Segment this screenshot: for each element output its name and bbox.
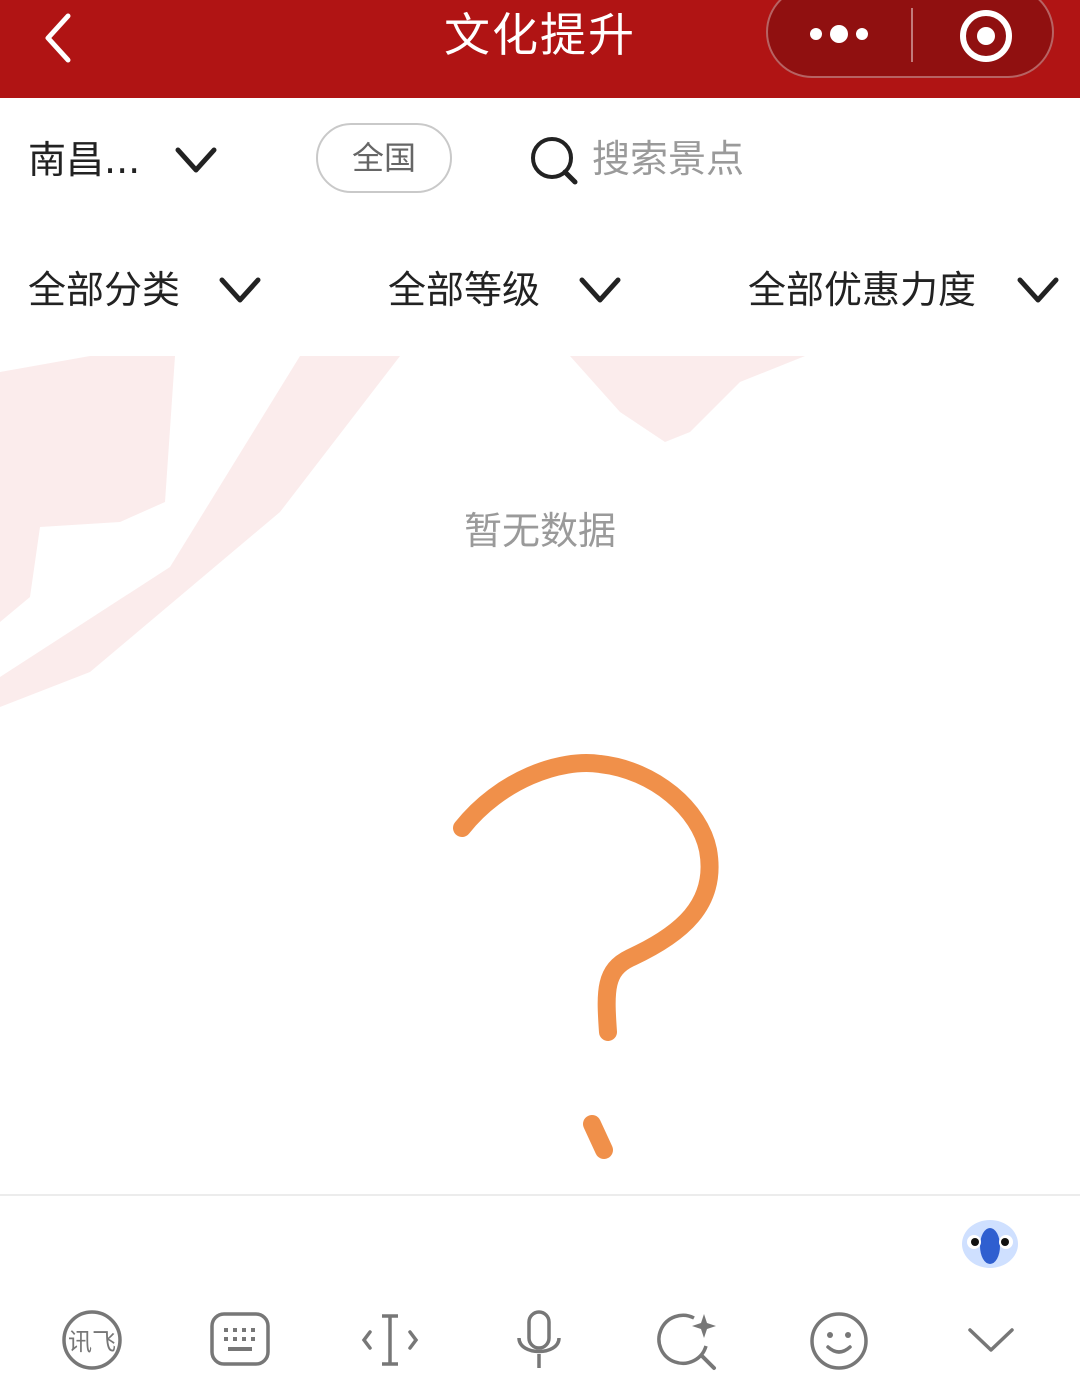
mini-program-capsule <box>766 0 1054 78</box>
collapse-keyboard-button[interactable] <box>956 1306 1026 1376</box>
ime-logo-text: 讯飞 <box>68 1328 116 1356</box>
city-selector[interactable]: 南昌... <box>28 128 228 192</box>
keyboard-divider <box>0 1194 1080 1196</box>
keyboard-button[interactable] <box>206 1306 276 1376</box>
chevron-down-icon <box>175 147 217 173</box>
chevron-down-icon <box>219 277 261 303</box>
target-circle-icon <box>960 10 1012 62</box>
filter-discount[interactable]: 全部优惠力度 <box>748 262 1060 318</box>
search-placeholder: 搜索景点 <box>592 137 745 181</box>
filter-level[interactable]: 全部等级 <box>388 262 628 318</box>
search-input[interactable]: 搜索景点 <box>528 128 1028 192</box>
ai-search-icon <box>657 1313 716 1370</box>
chevron-down-icon <box>1017 277 1059 303</box>
ai-search-button[interactable] <box>654 1306 724 1376</box>
filter-category-label: 全部分类 <box>28 268 181 312</box>
microphone-button[interactable] <box>504 1306 574 1376</box>
cursor-button[interactable] <box>356 1306 426 1376</box>
city-label: 南昌... <box>28 138 141 182</box>
filter-category[interactable]: 全部分类 <box>28 262 268 318</box>
capsule-divider <box>911 8 913 62</box>
collapse-chevron-icon <box>968 1328 1014 1352</box>
search-icon <box>531 137 578 185</box>
keyboard-icon <box>210 1312 270 1366</box>
close-mini-program-button[interactable] <box>914 0 1054 80</box>
chevron-down-icon <box>579 277 621 303</box>
app-header: 文化提升 <box>0 0 1080 98</box>
more-dots-icon <box>810 25 868 43</box>
nationwide-button[interactable]: 全国 <box>316 123 452 193</box>
ime-logo-button[interactable]: 讯飞 <box>58 1306 128 1376</box>
question-mark-doodle <box>453 754 719 1159</box>
filter-level-label: 全部等级 <box>388 268 541 312</box>
filter-discount-label: 全部优惠力度 <box>748 268 977 312</box>
mascot-assistant-icon[interactable] <box>958 1214 1022 1272</box>
empty-state-text: 暂无数据 <box>463 509 616 553</box>
microphone-icon <box>517 1310 561 1368</box>
emoji-button[interactable] <box>804 1306 874 1376</box>
ime-logo-icon: 讯飞 <box>62 1310 122 1370</box>
cursor-icon <box>361 1314 419 1366</box>
more-button[interactable] <box>768 0 910 80</box>
emoji-icon <box>810 1312 868 1370</box>
